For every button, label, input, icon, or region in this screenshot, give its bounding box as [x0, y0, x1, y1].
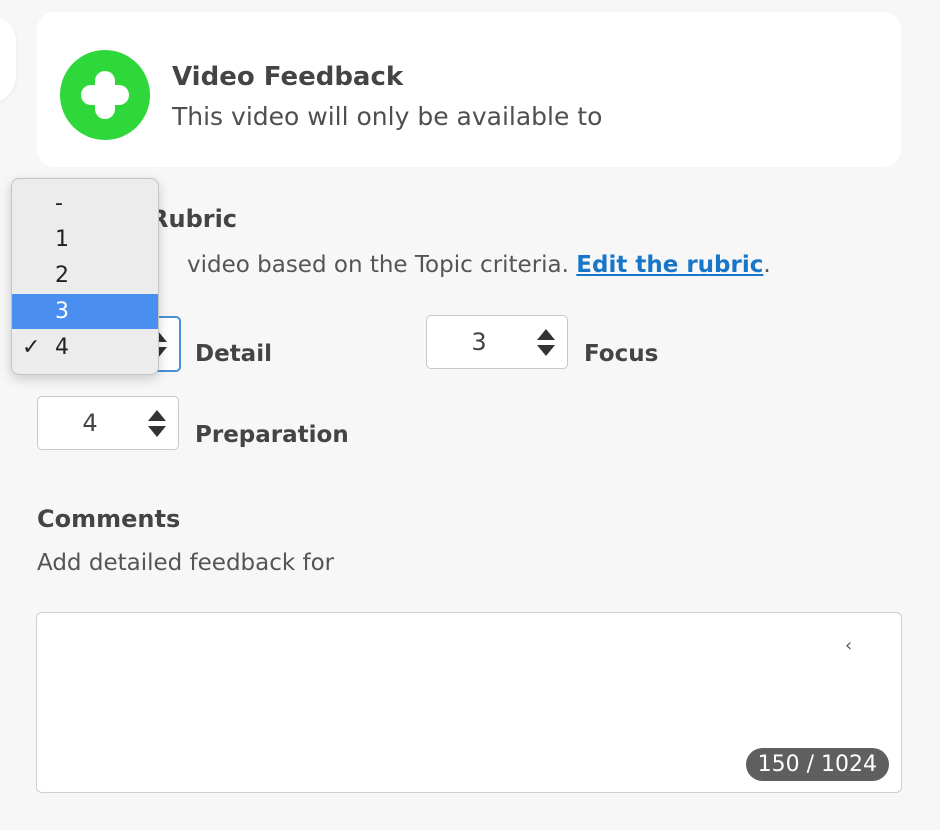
focus-value: 3	[471, 328, 487, 356]
rubric-description-text: video based on the Topic criteria.	[187, 252, 569, 278]
comments-description: Add detailed feedback for	[37, 550, 335, 576]
card-subtitle: This video will only be available to	[172, 102, 603, 131]
preparation-label: Preparation	[195, 422, 349, 448]
comments-textarea[interactable]: ‹ 150 / 1024	[36, 612, 902, 793]
stepper-arrows-icon[interactable]	[537, 329, 555, 357]
text-cursor-icon: ‹	[845, 635, 853, 656]
preparation-value: 4	[82, 409, 98, 437]
video-feedback-card: Video Feedback This video will only be a…	[37, 12, 901, 167]
detail-label: Detail	[195, 341, 272, 367]
rating-dropdown-menu[interactable]: - 1 2 3 ✓ 4	[11, 178, 159, 375]
plus-circle-icon[interactable]	[60, 50, 150, 140]
focus-stepper[interactable]: 3	[426, 315, 568, 369]
focus-label: Focus	[584, 341, 659, 367]
dropdown-option[interactable]: -	[12, 186, 158, 221]
character-counter: 150 / 1024	[745, 748, 889, 781]
card-title: Video Feedback	[172, 62, 404, 92]
stepper-arrows-icon[interactable]	[148, 410, 166, 438]
dropdown-option-selected[interactable]: ✓ 4	[12, 330, 158, 365]
dropdown-option[interactable]: 2	[12, 258, 158, 293]
checkmark-icon: ✓	[22, 335, 41, 360]
preparation-stepper[interactable]: 4	[37, 396, 179, 450]
dropdown-option[interactable]: 1	[12, 222, 158, 257]
dropdown-option-highlighted[interactable]: 3	[12, 294, 158, 329]
side-round-button[interactable]	[0, 14, 16, 104]
edit-rubric-link[interactable]: Edit the rubric	[576, 252, 763, 278]
comments-title: Comments	[37, 505, 181, 533]
